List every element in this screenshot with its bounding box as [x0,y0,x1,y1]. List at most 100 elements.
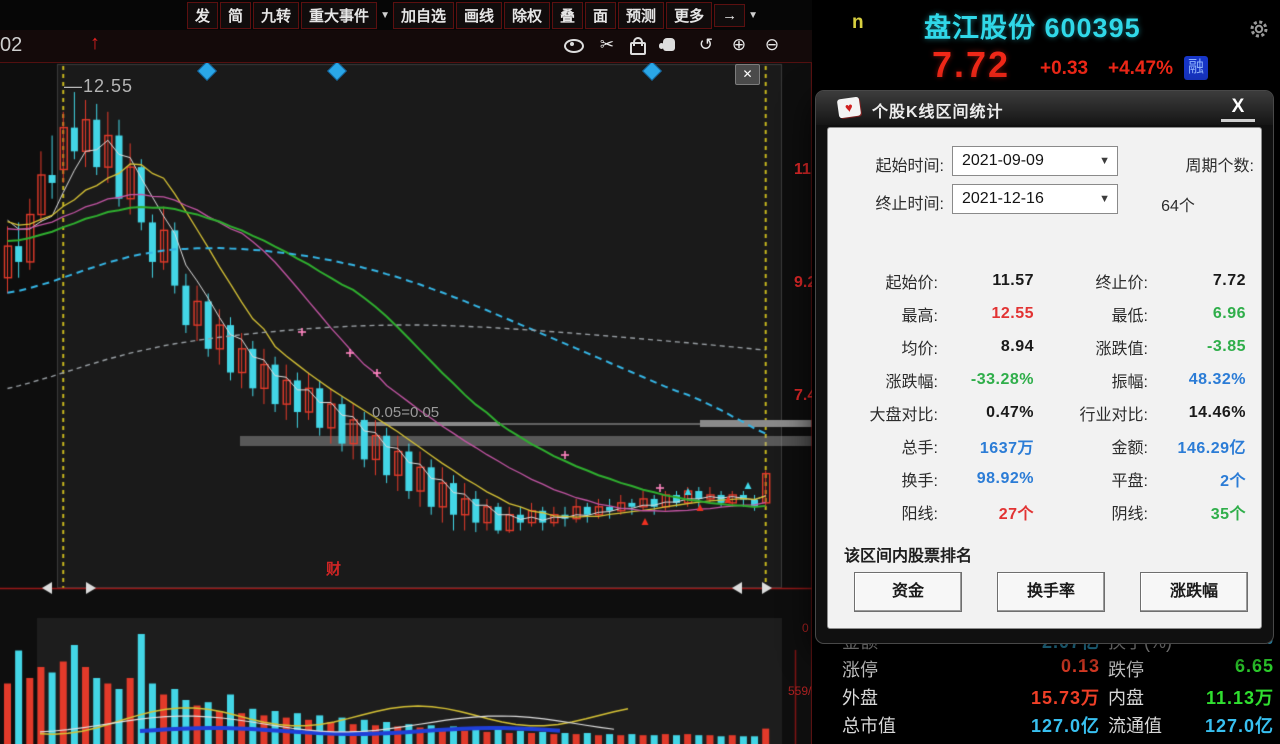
stats-grid: 起始价:11.57终止价:7.72最高:12.55最低:6.96均价:8.94涨… [828,264,1263,528]
stat-label: 终止价: [1034,269,1150,293]
quote-label: 总市值 [842,712,896,738]
chevron-down-icon[interactable]: ▼ [1099,185,1110,213]
stat-value: 11.57 [940,272,1034,290]
quote-label: 涨停 [842,656,878,682]
stat-label: 平盘: [1034,467,1150,491]
stat-label: 总手: [828,434,940,458]
price-change: +0.33 [1040,58,1088,80]
start-date-value: 2021-09-09 [962,152,1044,169]
pane-axis-label: 0 [802,621,809,635]
lock-icon[interactable] [630,35,650,55]
toolbar-button-简[interactable]: 简 [220,2,251,29]
chart-header-bar: 02 ↑ ✂ ↺ ⊕ ⊖ [0,30,812,63]
hand-icon[interactable] [663,35,683,55]
stat-value: 98.92% [940,470,1034,488]
stat-label: 换手: [828,467,940,491]
rank-button-资金[interactable]: 资金 [854,572,962,612]
toolbar-button-面[interactable]: 面 [585,2,616,29]
dialog-close-button[interactable]: X [1221,95,1255,122]
price-axis-label: 11.0 [794,161,814,179]
quote-value: 6.65 [1142,656,1274,677]
chevron-down-icon[interactable]: ▼ [748,10,758,21]
chevron-down-icon[interactable]: ▼ [380,10,390,21]
start-date-label: 起始时间: [832,152,944,176]
toolbar-button-画线[interactable]: 画线 [456,2,502,29]
stat-value: 2个 [1150,467,1246,491]
last-price: 7.72 [932,44,1010,86]
toolbar-button-更多[interactable]: 更多 [666,2,712,29]
rank-button-涨跌幅[interactable]: 涨跌幅 [1140,572,1248,612]
quote-value: 16.58亿 [940,740,1100,744]
scissors-icon[interactable]: ✂ [597,35,617,55]
quote-value: 15.73万 [940,684,1100,710]
stat-label: 大盘对比: [828,401,940,425]
stat-value: 27个 [940,500,1034,524]
dialog-title: 个股K线区间统计 [872,98,1004,122]
quote-label: 内盘 [1108,684,1144,710]
rank-section-label: 该区间内股票排名 [844,542,972,566]
start-date-combobox[interactable]: 2021-09-09 ▼ [952,146,1118,176]
next-page-icon[interactable]: → [714,4,745,27]
chevron-down-icon[interactable]: ▼ [1099,147,1110,175]
eye-icon-shape [564,39,584,53]
stat-value: 48.32% [1150,371,1246,389]
stat-value: 6.96 [1150,305,1246,323]
hand-icon-shape [663,38,675,51]
quote-row: 总股本16.58亿流通股16.58亿 [812,740,1280,744]
dialog-body: 起始时间: 2021-09-09 ▼ 周期个数: 终止时间: 2021-12-1… [827,127,1262,629]
zoom-in-icon[interactable]: ⊕ [729,35,749,55]
chart-tool-strip: ✂ ↺ ⊕ ⊖ [564,35,782,55]
stat-value: 1637万 [940,434,1034,458]
end-date-label: 终止时间: [832,190,944,214]
stat-value: 35个 [1150,500,1246,524]
end-date-combobox[interactable]: 2021-12-16 ▼ [952,184,1118,214]
stat-value: -3.85 [1150,338,1246,356]
stat-value: 8.94 [940,338,1034,356]
stat-label: 金额: [1034,434,1150,458]
margin-badge: 融 [1184,56,1208,80]
quote-row: 外盘15.73万内盘11.13万 [812,684,1280,708]
quote-value: 0.13 [940,656,1100,677]
stat-label: 阴线: [1034,500,1150,524]
stock-name-code: 盘江股份 600395 [924,6,1141,45]
undo-icon[interactable]: ↺ [696,35,716,55]
stat-label: 阳线: [828,500,940,524]
toolbar-button-重大事件[interactable]: 重大事件 [301,2,377,29]
corner-label: 02 [0,34,22,57]
dialog-cards-icon: ♥ [837,97,861,119]
toolbar-button-除权[interactable]: 除权 [504,2,550,29]
measure-tool-label: 0.05=0.05 [372,404,439,421]
gear-icon[interactable] [1248,18,1270,45]
lock-icon-shape [630,42,646,55]
dialog-titlebar[interactable]: ♥ 个股K线区间统计 X [816,91,1273,125]
toolbar-button-叠[interactable]: 叠 [552,2,583,29]
quote-value: 127.0亿 [940,712,1100,738]
zoom-out-icon[interactable]: ⊖ [762,35,782,55]
end-date-value: 2021-12-16 [962,190,1044,207]
chart-close-button[interactable]: ✕ [735,64,760,85]
stat-value: 7.72 [1150,272,1246,290]
quote-prefix-badge: n [852,12,864,34]
top-toolbar: 发简九转重大事件▼加自选画线除权叠面预测更多→▼ [0,0,812,32]
quote-row: 涨停0.13跌停6.65 [812,656,1280,680]
toolbar-button-九转[interactable]: 九转 [253,2,299,29]
quote-value: 127.0亿 [1142,712,1274,738]
stat-label: 涨跌幅: [828,368,940,392]
up-flag-icon: ↑ [90,32,100,55]
quote-label: 总股本 [842,740,896,744]
stat-label: 均价: [828,335,940,359]
stat-label: 最高: [828,302,940,326]
toolbar-button-发[interactable]: 发 [187,2,218,29]
stat-label: 涨跌值: [1034,335,1150,359]
kline-chart-canvas[interactable] [0,0,812,744]
toolbar-button-预测[interactable]: 预测 [618,2,664,29]
price-change-pct: +4.47% [1108,58,1173,80]
stat-label: 行业对比: [1034,401,1150,425]
quote-value: 11.13万 [1142,684,1274,710]
toolbar-button-加自选[interactable]: 加自选 [393,2,454,29]
eye-icon[interactable] [564,35,584,55]
rank-button-换手率[interactable]: 换手率 [997,572,1105,612]
stat-label: 最低: [1034,302,1150,326]
period-count-value: 64个 [1128,192,1228,216]
interval-stats-dialog: ♥ 个股K线区间统计 X 起始时间: 2021-09-09 ▼ 周期个数: 终止… [815,90,1274,644]
